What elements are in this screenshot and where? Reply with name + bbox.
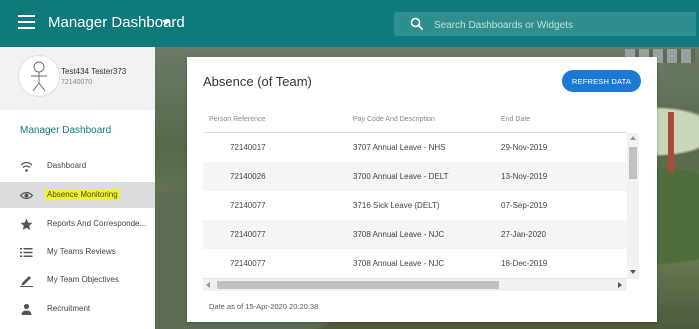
end-date-cell: 13-Nov-2019 bbox=[501, 172, 548, 181]
column-header[interactable]: Person Reference bbox=[209, 116, 265, 123]
star-icon bbox=[20, 218, 33, 230]
person-reference-cell: 72140026 bbox=[230, 172, 266, 181]
sidebar-item-recruitment[interactable]: Recruitment bbox=[0, 296, 155, 322]
table-row[interactable]: 72140077 3716 Sick Leave (DELT) 07-Sep-2… bbox=[203, 191, 627, 221]
top-app-bar: Manager Dashboard bbox=[0, 0, 699, 47]
end-date-cell: 29-Nov-2019 bbox=[501, 143, 548, 152]
pay-code-cell: 3707 Annual Leave - NHS bbox=[353, 143, 446, 152]
sidebar-item-label: Dashboard bbox=[47, 161, 87, 170]
search-icon bbox=[410, 17, 424, 31]
pencil-icon bbox=[20, 276, 33, 287]
sidebar: Test434 Tester373 72140070 Manager Dashb… bbox=[0, 47, 155, 329]
avatar[interactable] bbox=[18, 55, 60, 97]
sidebar-item-reports[interactable]: Reports And Corresponde... bbox=[0, 211, 155, 237]
user-id: 72140070 bbox=[61, 79, 93, 86]
sidebar-item-dashboard[interactable]: Dashboard bbox=[0, 153, 155, 179]
sidebar-item-label: Recruitment bbox=[47, 304, 91, 313]
scroll-left-icon[interactable] bbox=[206, 282, 210, 288]
end-date-cell: 07-Sep-2019 bbox=[501, 201, 548, 210]
vertical-scroll-thumb[interactable] bbox=[629, 147, 637, 179]
eye-icon bbox=[20, 191, 33, 200]
scroll-up-icon[interactable] bbox=[630, 136, 636, 140]
person-reference-cell: 72140077 bbox=[230, 230, 266, 239]
data-timestamp: Date as of 15-Apr-2020 20:20:38 bbox=[209, 302, 319, 311]
pay-code-cell: 3708 Annual Leave - NJC bbox=[353, 230, 445, 239]
sidebar-item-label: My Teams Reviews bbox=[47, 247, 116, 256]
absence-card: Absence (of Team) REFRESH DATA Person Re… bbox=[187, 57, 657, 322]
column-header[interactable]: Pay Code And Description bbox=[353, 116, 435, 123]
table-row[interactable]: 72140017 3707 Annual Leave - NHS 29-Nov-… bbox=[203, 133, 627, 163]
end-date-cell: 18-Dec-2019 bbox=[501, 259, 548, 268]
card-title: Absence (of Team) bbox=[203, 74, 312, 89]
table-row[interactable]: 72140026 3700 Annual Leave - DELT 13-Nov… bbox=[203, 162, 627, 192]
end-date-cell: 27-Jan-2020 bbox=[501, 230, 546, 239]
person-icon bbox=[21, 303, 32, 315]
sidebar-item-label: Reports And Corresponde... bbox=[47, 219, 147, 228]
scroll-right-icon[interactable] bbox=[618, 282, 622, 288]
sidebar-item-my-teams-reviews[interactable]: My Teams Reviews bbox=[0, 239, 155, 265]
sidebar-item-my-team-objectives[interactable]: My Team Objectives bbox=[0, 267, 155, 293]
profile-panel: Test434 Tester373 72140070 bbox=[0, 47, 155, 110]
pay-code-cell: 3716 Sick Leave (DELT) bbox=[353, 201, 440, 210]
wifi-icon bbox=[20, 161, 33, 172]
table-row[interactable]: 72140077 3708 Annual Leave - NJC 18-Dec-… bbox=[203, 249, 627, 279]
sidebar-item-label: Absence Monitoring bbox=[45, 189, 120, 200]
list-icon bbox=[20, 248, 33, 257]
person-reference-cell: 72140017 bbox=[230, 143, 266, 152]
table-header: Person Reference Pay Code And Descriptio… bbox=[203, 110, 627, 133]
table-row[interactable]: 72140077 3708 Annual Leave - NJC 27-Jan-… bbox=[203, 220, 627, 250]
person-reference-cell: 72140077 bbox=[230, 201, 266, 210]
search-input[interactable] bbox=[432, 15, 686, 35]
search-bar[interactable] bbox=[394, 12, 696, 36]
refresh-data-button[interactable]: REFRESH DATA bbox=[562, 70, 641, 92]
user-name: Test434 Tester373 bbox=[61, 67, 127, 76]
vertical-scrollbar[interactable] bbox=[627, 133, 639, 279]
sidebar-item-label: My Team Objectives bbox=[47, 275, 119, 284]
scroll-down-icon[interactable] bbox=[630, 270, 636, 274]
sidebar-item-absence-monitoring[interactable]: Absence Monitoring bbox=[0, 182, 155, 208]
hamburger-menu-icon[interactable] bbox=[18, 15, 35, 31]
pay-code-cell: 3700 Annual Leave - DELT bbox=[353, 172, 449, 181]
pay-code-cell: 3708 Annual Leave - NJC bbox=[353, 259, 445, 268]
horizontal-scroll-thumb[interactable] bbox=[217, 281, 499, 289]
column-header[interactable]: End Date bbox=[501, 116, 530, 123]
caret-down-icon[interactable] bbox=[162, 20, 170, 25]
person-reference-cell: 72140077 bbox=[230, 259, 266, 268]
sidebar-section-title[interactable]: Manager Dashboard bbox=[20, 125, 111, 136]
horizontal-scrollbar[interactable] bbox=[203, 279, 627, 291]
